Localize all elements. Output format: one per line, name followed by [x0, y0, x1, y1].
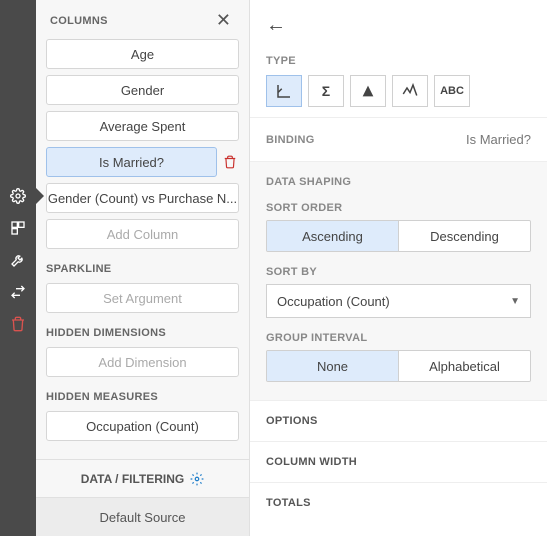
- column-item-selected[interactable]: Is Married?: [46, 147, 217, 177]
- sort-order-label: SORT ORDER: [266, 202, 531, 214]
- column-item[interactable]: Age: [46, 39, 239, 69]
- trash-icon: [10, 316, 26, 332]
- sort-by-select[interactable]: Occupation (Count) ▼: [266, 284, 531, 318]
- type-sparkline-button[interactable]: [392, 75, 428, 107]
- add-dimension-button[interactable]: Add Dimension: [46, 347, 239, 377]
- column-item[interactable]: Gender: [46, 75, 239, 105]
- layout-icon: [10, 220, 26, 236]
- data-shaping-title: DATA SHAPING: [266, 176, 531, 188]
- sort-ascending-button[interactable]: Ascending: [267, 221, 398, 251]
- binding-row[interactable]: BINDING Is Married?: [250, 117, 547, 162]
- group-alphabetical-button[interactable]: Alphabetical: [398, 351, 530, 381]
- group-interval-label: GROUP INTERVAL: [266, 332, 531, 344]
- accordion-options[interactable]: OPTIONS: [250, 400, 547, 441]
- type-dimension-button[interactable]: [266, 75, 302, 107]
- delete-icon[interactable]: [223, 155, 239, 169]
- binding-label: BINDING: [266, 134, 315, 146]
- toolbar-layout[interactable]: [0, 212, 36, 244]
- default-source[interactable]: Default Source: [36, 498, 249, 536]
- sort-by-value: Occupation (Count): [277, 294, 390, 309]
- hidden-dimensions-title: HIDDEN DIMENSIONS: [46, 327, 239, 339]
- toolbar-gear[interactable]: [0, 180, 36, 212]
- sparkline-title: SPARKLINE: [46, 263, 239, 275]
- gear-icon: [190, 472, 204, 486]
- hidden-measures-title: HIDDEN MEASURES: [46, 391, 239, 403]
- detail-panel: ← TYPE Σ ABC BINDING Is Married?: [250, 0, 547, 536]
- sort-by-label: SORT BY: [266, 266, 531, 278]
- type-text-button[interactable]: ABC: [434, 75, 470, 107]
- dimension-icon: [275, 82, 293, 100]
- chevron-down-icon: ▼: [510, 296, 520, 307]
- left-toolbar: [0, 0, 36, 536]
- sort-descending-button[interactable]: Descending: [398, 221, 530, 251]
- set-argument-button[interactable]: Set Argument: [46, 283, 239, 313]
- spark-icon: [401, 82, 419, 100]
- back-arrow-icon[interactable]: ←: [266, 14, 286, 37]
- columns-panel: COLUMNS ✕ Age Gender Average Spent Is Ma…: [36, 0, 250, 536]
- close-icon[interactable]: ✕: [212, 10, 235, 31]
- delta-icon: [360, 83, 376, 99]
- toolbar-trash[interactable]: [0, 308, 36, 340]
- type-delta-button[interactable]: [350, 75, 386, 107]
- wrench-icon: [10, 252, 26, 268]
- sigma-icon: Σ: [322, 83, 330, 99]
- sort-order-toggle: Ascending Descending: [266, 220, 531, 252]
- type-sigma-button[interactable]: Σ: [308, 75, 344, 107]
- abc-icon: ABC: [440, 85, 464, 97]
- group-interval-toggle: None Alphabetical: [266, 350, 531, 382]
- toolbar-wrench[interactable]: [0, 244, 36, 276]
- column-item[interactable]: Gender (Count) vs Purchase N...: [46, 183, 239, 213]
- data-filtering-label: DATA / FILTERING: [81, 472, 185, 486]
- swap-icon: [10, 284, 26, 300]
- binding-value: Is Married?: [466, 132, 531, 147]
- toolbar-swap[interactable]: [0, 276, 36, 308]
- group-none-button[interactable]: None: [267, 351, 398, 381]
- accordion-totals[interactable]: TOTALS: [250, 482, 547, 523]
- column-item[interactable]: Average Spent: [46, 111, 239, 141]
- add-column-button[interactable]: Add Column: [46, 219, 239, 249]
- hidden-measure-item[interactable]: Occupation (Count): [46, 411, 239, 441]
- accordion-column-width[interactable]: COLUMN WIDTH: [250, 441, 547, 482]
- type-label: TYPE: [266, 55, 531, 67]
- gear-icon: [10, 188, 26, 204]
- columns-title: COLUMNS: [50, 15, 108, 27]
- data-filtering-button[interactable]: DATA / FILTERING: [36, 460, 249, 498]
